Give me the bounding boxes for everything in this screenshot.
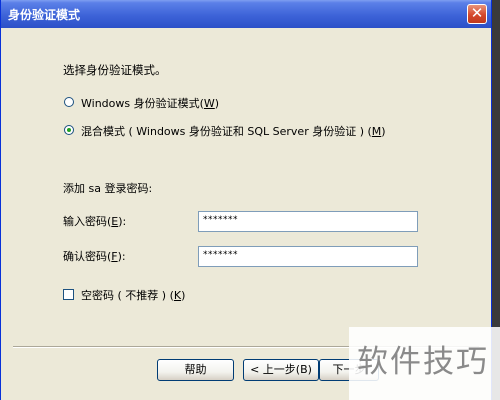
radio-windows-auth[interactable] bbox=[64, 97, 74, 107]
blank-password-checkbox[interactable] bbox=[63, 289, 74, 300]
help-button[interactable]: 帮助 bbox=[157, 359, 234, 381]
radio-mixed-mode[interactable] bbox=[64, 125, 74, 135]
confirm-password-label: 确认密码(F): bbox=[63, 250, 126, 263]
radio-windows-auth-label[interactable]: Windows 身份验证模式(W) bbox=[81, 95, 219, 111]
prompt-text: 选择身份验证模式。 bbox=[63, 63, 167, 77]
back-button[interactable]: < 上一步(B) bbox=[243, 359, 319, 381]
password-label: 输入密码(E): bbox=[63, 215, 127, 228]
sa-password-heading: 添加 sa 登录密码: bbox=[63, 182, 153, 195]
confirm-password-input[interactable]: ******* bbox=[198, 246, 418, 267]
close-button[interactable]: ✕ bbox=[467, 4, 487, 24]
dialog-title: 身份验证模式 bbox=[8, 8, 81, 22]
radio-mixed-mode-label[interactable]: 混合模式 ( Windows 身份验证和 SQL Server 身份验证 ) (… bbox=[81, 123, 386, 139]
blank-password-label[interactable]: 空密码 ( 不推荐 ) (K) bbox=[81, 287, 185, 303]
close-icon: ✕ bbox=[470, 4, 484, 22]
watermark-text: 软件技巧 bbox=[357, 344, 489, 380]
title-bar[interactable]: 身份验证模式 ✕ bbox=[1, 0, 491, 28]
password-input[interactable]: ******* bbox=[198, 211, 418, 232]
